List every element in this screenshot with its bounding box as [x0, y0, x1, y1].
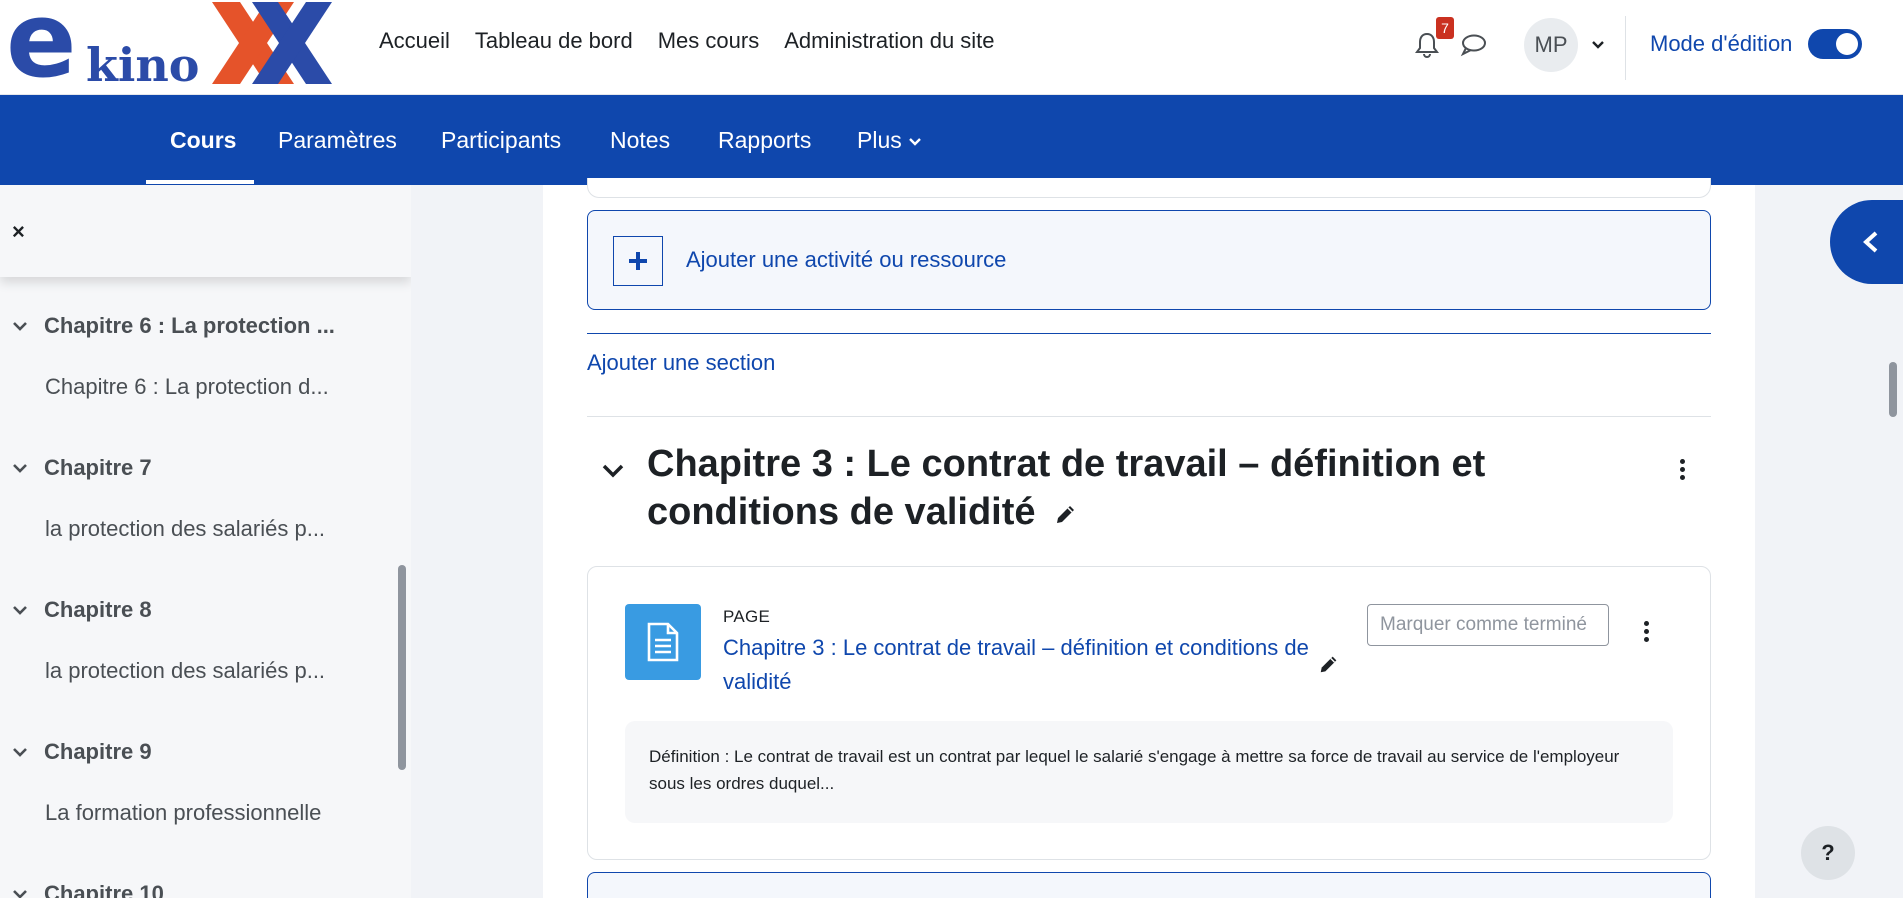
edit-mode-label: Mode d'édition [1650, 31, 1793, 56]
activity-card: PAGE Chapitre 3 : Le contrat de travail … [587, 566, 1711, 860]
notifications-button[interactable]: 7 [1410, 17, 1454, 65]
tab-cours[interactable]: Cours [170, 95, 236, 185]
edit-mode-control: Mode d'édition [1650, 29, 1863, 59]
top-navbar: e kino Accueil Tableau de bord Mes cours… [0, 0, 1903, 95]
add-activity-button[interactable]: Ajouter une activité ou ressource [587, 210, 1711, 310]
tab-notes[interactable]: Notes [610, 95, 670, 185]
chevron-down-icon [13, 606, 27, 615]
course-secondary-nav: Cours Paramètres Participants Notes Rapp… [0, 95, 1903, 185]
avatar[interactable]: MP [1524, 18, 1578, 72]
edit-mode-toggle[interactable] [1808, 29, 1863, 59]
drawer-section-title: Chapitre 6 : La protection ... [44, 313, 335, 338]
drawer-section-chapitre-8[interactable]: Chapitre 8 [12, 597, 152, 623]
course-index-drawer: × Chapitre 6 : La protection ... Chapitr… [0, 185, 411, 898]
logo-letter-e: e [6, 0, 77, 101]
chevron-down-icon [13, 890, 27, 898]
messages-button[interactable] [1454, 25, 1494, 65]
drawer-section-title: Chapitre 10 [44, 881, 164, 898]
pencil-icon[interactable] [1054, 502, 1078, 526]
notification-count-badge: 7 [1436, 17, 1454, 39]
section-heading: Chapitre 3 : Le contrat de travail – déf… [647, 440, 1507, 536]
site-logo[interactable]: e kino [6, 0, 332, 92]
next-activity-card [587, 872, 1711, 898]
tab-plus[interactable]: Plus [857, 95, 922, 185]
drawer-section-chapitre-9[interactable]: Chapitre 9 [12, 739, 152, 765]
logo-xx-mark [212, 2, 332, 84]
drawer-section-chapitre-7[interactable]: Chapitre 7 [12, 455, 152, 481]
chevron-down-icon [13, 748, 27, 757]
drawer-section-title: Chapitre 9 [44, 739, 152, 764]
drawer-scrollbar[interactable] [398, 565, 406, 770]
drawer-section-chapitre-6[interactable]: Chapitre 6 : La protection ... [12, 313, 335, 339]
drawer-item[interactable]: Chapitre 6 : La protection d... [45, 374, 329, 400]
collapse-section-icon[interactable] [600, 458, 626, 484]
nav-accueil[interactable]: Accueil [379, 28, 450, 54]
active-tab-indicator [146, 180, 254, 184]
user-nav-icons: 7 MP [1410, 17, 1606, 72]
chevron-left-icon [1863, 231, 1878, 253]
mark-as-done-button[interactable]: Marquer comme terminé [1367, 604, 1609, 646]
drawer-item[interactable]: la protection des salariés p... [45, 658, 325, 684]
previous-section-edge [587, 178, 1711, 198]
chevron-down-icon [13, 464, 27, 473]
nav-administration[interactable]: Administration du site [784, 28, 994, 54]
toggle-knob [1836, 33, 1859, 55]
drawer-item[interactable]: La formation professionnelle [45, 800, 321, 826]
activity-menu-icon[interactable] [1644, 621, 1649, 642]
drawer-section-chapitre-10[interactable]: Chapitre 10 [12, 881, 164, 898]
nav-tableau-de-bord[interactable]: Tableau de bord [475, 28, 633, 54]
section-divider [587, 416, 1711, 417]
tab-participants[interactable]: Participants [441, 95, 561, 185]
chat-icon [1460, 34, 1486, 57]
logo-text-kino: kino [86, 38, 200, 92]
pencil-icon[interactable] [1318, 653, 1340, 675]
drawer-section-title: Chapitre 8 [44, 597, 152, 622]
open-block-drawer-button[interactable] [1830, 200, 1903, 284]
primary-navigation: Accueil Tableau de bord Mes cours Admini… [379, 28, 1020, 54]
add-section-divider [587, 333, 1711, 334]
page-scrollbar[interactable] [1889, 362, 1897, 417]
tab-plus-label: Plus [857, 127, 902, 153]
activity-title-link[interactable]: Chapitre 3 : Le contrat de travail – déf… [723, 631, 1313, 699]
activity-description: Définition : Le contrat de travail est u… [625, 721, 1673, 823]
plus-icon [613, 236, 663, 286]
add-section-link[interactable]: Ajouter une section [587, 350, 775, 376]
chevron-down-icon[interactable] [1590, 37, 1606, 53]
help-button[interactable]: ? [1801, 826, 1855, 880]
tab-parametres[interactable]: Paramètres [278, 95, 397, 185]
close-icon[interactable]: × [12, 219, 25, 245]
navbar-divider [1625, 16, 1626, 80]
add-activity-label: Ajouter une activité ou ressource [686, 247, 1007, 272]
chevron-down-icon [909, 138, 921, 146]
drawer-header: × [0, 185, 411, 277]
drawer-item[interactable]: la protection des salariés p... [45, 516, 325, 542]
nav-mes-cours[interactable]: Mes cours [658, 28, 759, 54]
page-icon [625, 604, 701, 680]
section-menu-icon[interactable] [1680, 459, 1685, 480]
drawer-section-title: Chapitre 7 [44, 455, 152, 480]
tab-rapports[interactable]: Rapports [718, 95, 811, 185]
chevron-down-icon [13, 322, 27, 331]
activity-type-label: PAGE [723, 607, 771, 626]
